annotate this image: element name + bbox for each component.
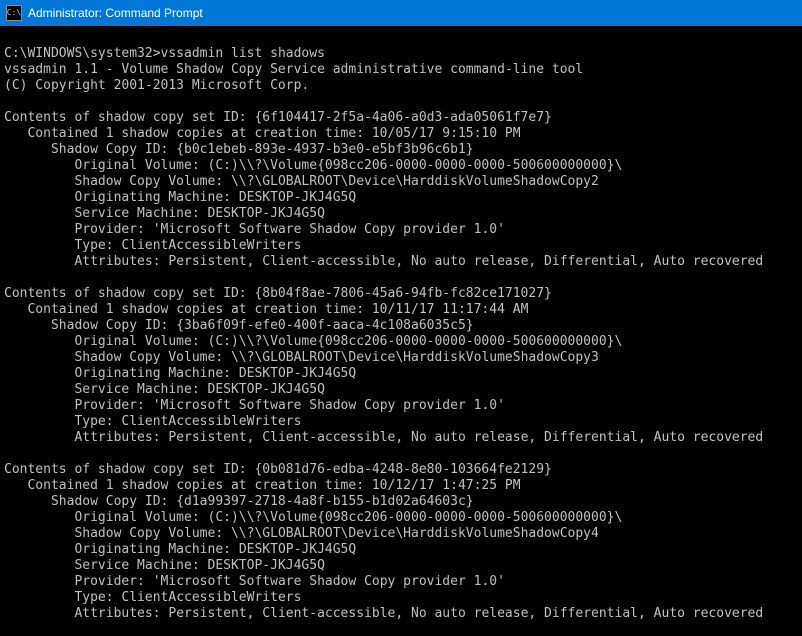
copy-id-line: Shadow Copy ID: {b0c1ebeb-893e-4937-b3e0… [4, 142, 474, 157]
attr-line: Attributes: Persistent, Client-accessibl… [4, 606, 763, 621]
orig-mach-line: Originating Machine: DESKTOP-JKJ4G5Q [4, 542, 356, 557]
tool-header: vssadmin 1.1 - Volume Shadow Copy Servic… [4, 62, 583, 77]
orig-vol-line: Original Volume: (C:)\\?\Volume{098cc206… [4, 158, 622, 173]
provider-line: Provider: 'Microsoft Software Shadow Cop… [4, 222, 505, 237]
attr-line: Attributes: Persistent, Client-accessibl… [4, 430, 763, 445]
copy-id-line: Shadow Copy ID: {d1a99397-2718-4a8f-b155… [4, 494, 474, 509]
orig-vol-line: Original Volume: (C:)\\?\Volume{098cc206… [4, 334, 622, 349]
provider-line: Provider: 'Microsoft Software Shadow Cop… [4, 398, 505, 413]
set-header: Contents of shadow copy set ID: {6f10441… [4, 110, 552, 125]
scv-line: Shadow Copy Volume: \\?\GLOBALROOT\Devic… [4, 350, 599, 365]
contained-line: Contained 1 shadow copies at creation ti… [4, 126, 521, 141]
svc-mach-line: Service Machine: DESKTOP-JKJ4G5Q [4, 558, 325, 573]
scv-line: Shadow Copy Volume: \\?\GLOBALROOT\Devic… [4, 526, 599, 541]
copyright-line: (C) Copyright 2001-2013 Microsoft Corp. [4, 78, 309, 93]
svc-mach-line: Service Machine: DESKTOP-JKJ4G5Q [4, 382, 325, 397]
set-header: Contents of shadow copy set ID: {0b081d7… [4, 462, 552, 477]
window-titlebar[interactable]: C:\ Administrator: Command Prompt [0, 0, 802, 26]
set-header: Contents of shadow copy set ID: {8b04f8a… [4, 286, 552, 301]
prompt-path: C:\WINDOWS\system32> [4, 46, 161, 61]
window-title: Administrator: Command Prompt [28, 6, 203, 20]
prompt-command: vssadmin list shadows [161, 46, 325, 61]
provider-line: Provider: 'Microsoft Software Shadow Cop… [4, 574, 505, 589]
attr-line: Attributes: Persistent, Client-accessibl… [4, 254, 763, 269]
type-line: Type: ClientAccessibleWriters [4, 238, 301, 253]
terminal-output[interactable]: C:\WINDOWS\system32>vssadmin list shadow… [0, 26, 802, 636]
orig-mach-line: Originating Machine: DESKTOP-JKJ4G5Q [4, 366, 356, 381]
type-line: Type: ClientAccessibleWriters [4, 590, 301, 605]
type-line: Type: ClientAccessibleWriters [4, 414, 301, 429]
orig-mach-line: Originating Machine: DESKTOP-JKJ4G5Q [4, 190, 356, 205]
orig-vol-line: Original Volume: (C:)\\?\Volume{098cc206… [4, 510, 622, 525]
scv-line: Shadow Copy Volume: \\?\GLOBALROOT\Devic… [4, 174, 599, 189]
contained-line: Contained 1 shadow copies at creation ti… [4, 302, 528, 317]
cmd-icon: C:\ [6, 5, 22, 21]
svc-mach-line: Service Machine: DESKTOP-JKJ4G5Q [4, 206, 325, 221]
contained-line: Contained 1 shadow copies at creation ti… [4, 478, 521, 493]
copy-id-line: Shadow Copy ID: {3ba6f09f-efe0-400f-aaca… [4, 318, 474, 333]
